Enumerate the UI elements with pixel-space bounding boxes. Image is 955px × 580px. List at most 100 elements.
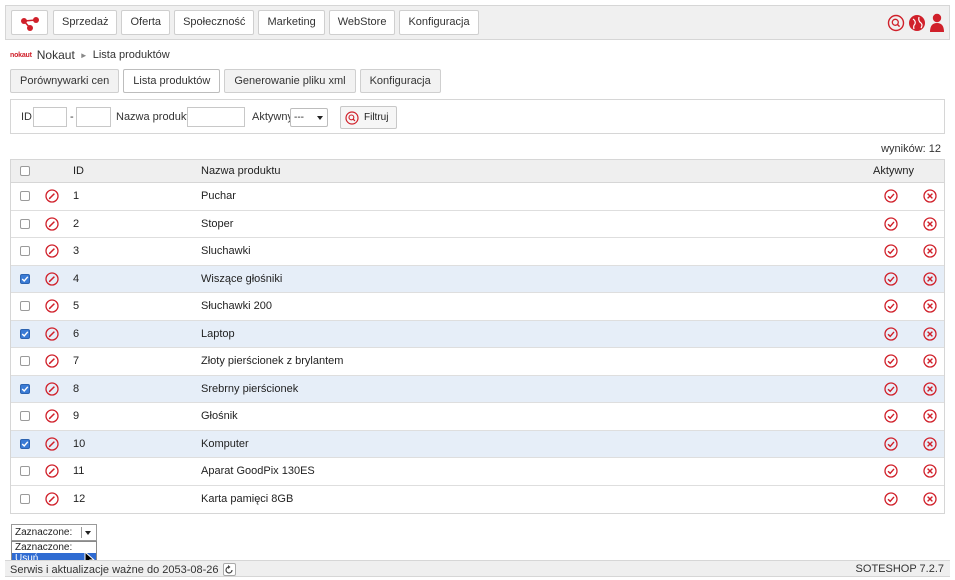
active-filter-select[interactable]: --- <box>290 108 328 127</box>
delete-icon[interactable] <box>923 244 937 258</box>
product-name[interactable]: Komputer <box>201 431 249 458</box>
active-check-icon[interactable] <box>884 327 898 341</box>
product-name[interactable]: Wiszące głośniki <box>201 266 282 293</box>
row-checkbox[interactable] <box>20 356 30 367</box>
product-name[interactable]: Głośnik <box>201 403 238 430</box>
refresh-button[interactable] <box>222 563 236 576</box>
table-row[interactable]: 3 Sluchawki <box>11 238 944 266</box>
active-check-icon[interactable] <box>884 299 898 313</box>
edit-icon[interactable] <box>45 464 59 478</box>
edit-icon[interactable] <box>45 409 59 423</box>
bulk-action-select[interactable]: Zaznaczone: <box>11 524 97 541</box>
column-header-id[interactable]: ID <box>73 160 84 182</box>
table-row[interactable]: 12 Karta pamięci 8GB <box>11 485 944 514</box>
row-checkbox[interactable] <box>20 494 30 505</box>
search-icon[interactable] <box>887 14 905 32</box>
delete-icon[interactable] <box>923 272 937 286</box>
product-name[interactable]: Słuchawki 200 <box>201 293 272 320</box>
row-checkbox[interactable] <box>20 273 30 284</box>
delete-icon[interactable] <box>923 382 937 396</box>
table-row[interactable]: 2 Stoper <box>11 210 944 238</box>
home-logo-button[interactable] <box>11 10 48 35</box>
edit-icon[interactable] <box>45 299 59 313</box>
delete-icon[interactable] <box>923 492 937 506</box>
table-row[interactable]: 7 Złoty pierścionek z brylantem <box>11 348 944 376</box>
edit-icon[interactable] <box>45 382 59 396</box>
delete-icon[interactable] <box>923 299 937 313</box>
tab-3[interactable]: Konfiguracja <box>359 69 441 93</box>
edit-icon[interactable] <box>45 244 59 258</box>
filter-button[interactable]: Filtruj <box>340 106 397 129</box>
edit-icon[interactable] <box>45 437 59 451</box>
row-checkbox[interactable] <box>20 328 30 339</box>
delete-icon[interactable] <box>923 217 937 231</box>
table-row[interactable]: 4 Wiszące głośniki <box>11 265 944 293</box>
nav-button-0[interactable]: Sprzedaż <box>53 10 118 35</box>
table-row[interactable]: 1 Puchar <box>11 183 944 211</box>
active-check-icon[interactable] <box>884 464 898 478</box>
delete-icon[interactable] <box>923 189 937 203</box>
edit-icon[interactable] <box>45 189 59 203</box>
user-icon[interactable] <box>929 13 945 33</box>
active-check-icon[interactable] <box>884 217 898 231</box>
delete-icon[interactable] <box>923 327 937 341</box>
table-row[interactable]: 10 Komputer <box>11 430 944 458</box>
nav-button-3[interactable]: Marketing <box>258 10 325 35</box>
product-name[interactable]: Stoper <box>201 211 233 238</box>
active-check-icon[interactable] <box>884 382 898 396</box>
table-row[interactable]: 5 Słuchawki 200 <box>11 293 944 321</box>
name-filter-input[interactable] <box>187 107 245 127</box>
row-checkbox[interactable] <box>20 466 30 477</box>
column-header-name[interactable]: Nazwa produktu <box>201 160 281 182</box>
edit-icon[interactable] <box>45 492 59 506</box>
globe-icon[interactable] <box>908 14 926 32</box>
table-row[interactable]: 9 Głośnik <box>11 403 944 431</box>
tab-0[interactable]: Porównywarki cen <box>10 69 120 93</box>
column-header-active[interactable]: Aktywny <box>873 160 914 182</box>
product-name[interactable]: Sluchawki <box>201 238 251 265</box>
active-check-icon[interactable] <box>884 354 898 368</box>
active-check-icon[interactable] <box>884 409 898 423</box>
row-checkbox[interactable] <box>20 301 30 312</box>
delete-icon[interactable] <box>923 409 937 423</box>
row-checkbox[interactable] <box>20 191 30 202</box>
tab-1[interactable]: Lista produktów <box>123 69 221 93</box>
product-id: 5 <box>73 300 80 313</box>
edit-icon[interactable] <box>45 327 59 341</box>
product-name[interactable]: Srebrny pierścionek <box>201 376 298 403</box>
active-check-icon[interactable] <box>884 272 898 286</box>
active-check-icon[interactable] <box>884 189 898 203</box>
chevron-down-icon <box>85 531 91 535</box>
table-row[interactable]: 11 Aparat GoodPix 130ES <box>11 458 944 486</box>
row-checkbox[interactable] <box>20 218 30 229</box>
table-row[interactable]: 8 Srebrny pierścionek <box>11 375 944 403</box>
edit-icon[interactable] <box>45 217 59 231</box>
nav-button-5[interactable]: Konfiguracja <box>399 10 479 35</box>
row-checkbox[interactable] <box>20 411 30 422</box>
id-from-input[interactable] <box>33 107 67 127</box>
select-all-checkbox[interactable] <box>20 166 30 176</box>
edit-icon[interactable] <box>45 272 59 286</box>
nav-button-2[interactable]: Społeczność <box>174 10 255 35</box>
nav-button-4[interactable]: WebStore <box>328 10 396 35</box>
delete-icon[interactable] <box>923 354 937 368</box>
row-checkbox[interactable] <box>20 246 30 257</box>
product-name[interactable]: Karta pamięci 8GB <box>201 486 293 514</box>
active-check-icon[interactable] <box>884 492 898 506</box>
delete-icon[interactable] <box>923 464 937 478</box>
active-check-icon[interactable] <box>884 437 898 451</box>
product-name[interactable]: Aparat GoodPix 130ES <box>201 458 315 485</box>
edit-icon[interactable] <box>45 354 59 368</box>
product-name[interactable]: Złoty pierścionek z brylantem <box>201 348 343 375</box>
row-checkbox[interactable] <box>20 438 30 449</box>
delete-icon[interactable] <box>923 437 937 451</box>
row-checkbox[interactable] <box>20 383 30 394</box>
product-name[interactable]: Puchar <box>201 183 236 210</box>
tab-2[interactable]: Generowanie pliku xml <box>224 69 356 93</box>
product-name[interactable]: Laptop <box>201 321 235 348</box>
id-to-input[interactable] <box>76 107 111 127</box>
active-check-icon[interactable] <box>884 244 898 258</box>
table-row[interactable]: 6 Laptop <box>11 320 944 348</box>
breadcrumb-module[interactable]: Nokaut <box>37 48 75 62</box>
nav-button-1[interactable]: Oferta <box>121 10 171 35</box>
